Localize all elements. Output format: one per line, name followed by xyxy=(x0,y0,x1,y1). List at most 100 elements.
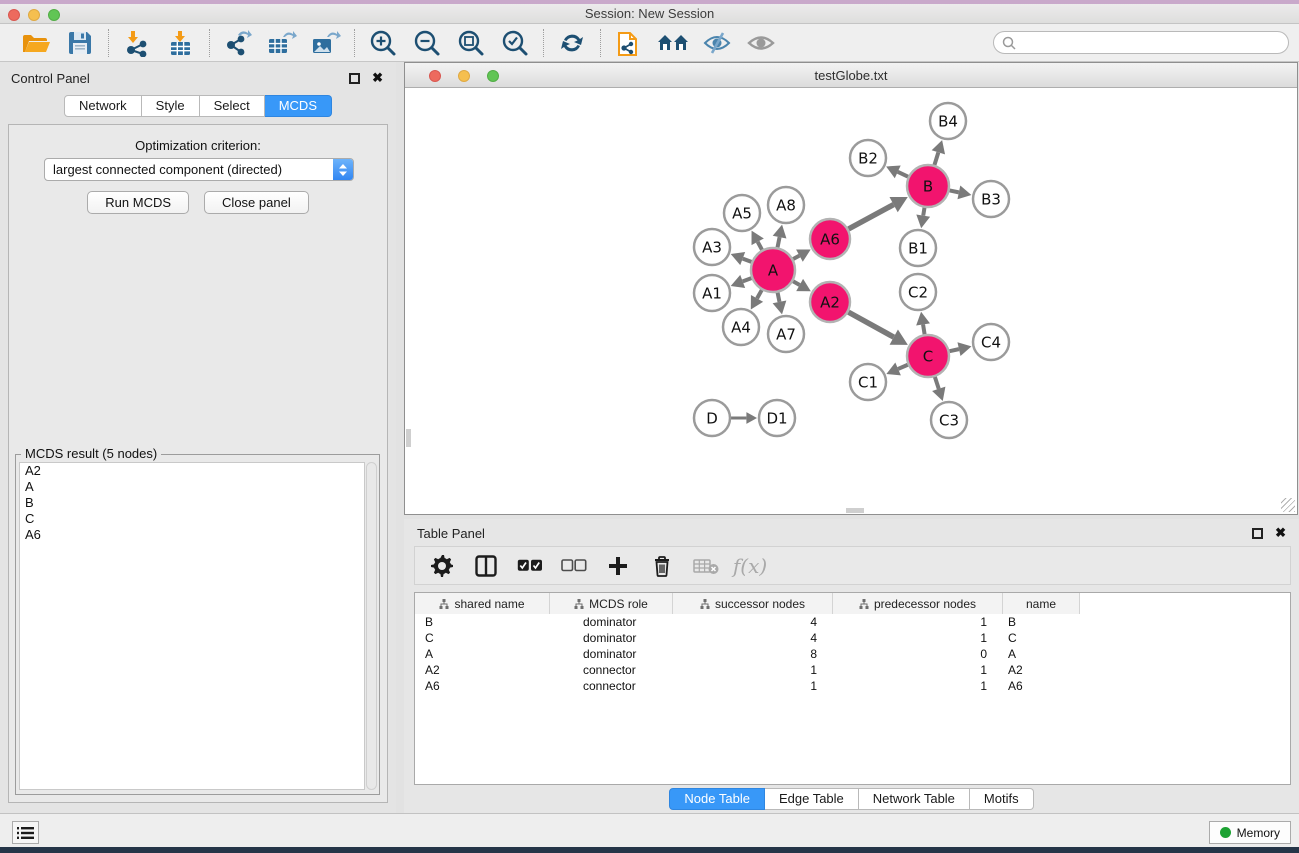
column-header-predecessor-nodes[interactable]: predecessor nodes xyxy=(833,593,1003,614)
search-field[interactable] xyxy=(993,31,1289,54)
table-row[interactable]: Cdominator41C xyxy=(415,630,1290,646)
edge-A-A2 xyxy=(793,281,800,285)
graph-node-label-A1: A1 xyxy=(702,284,722,302)
graph-node-label-D: D xyxy=(706,409,718,427)
table-panel: Table Panel ✖ f(x) shared nameMCDS roles… xyxy=(404,519,1299,813)
delete-table-icon[interactable] xyxy=(691,551,721,581)
eye-slash-icon[interactable] xyxy=(699,27,735,59)
import-table-icon[interactable] xyxy=(163,27,199,59)
desktop-background xyxy=(0,847,1299,853)
mcds-result-item[interactable]: C xyxy=(20,511,364,527)
table-row[interactable]: A6connector11A6 xyxy=(415,678,1290,694)
mcds-result-group: MCDS result (5 nodes) A2ABCA6 xyxy=(15,454,380,795)
tab-network-table[interactable]: Network Table xyxy=(859,788,970,810)
criterion-select[interactable]: largest connected component (directed) xyxy=(44,158,354,181)
tab-motifs[interactable]: Motifs xyxy=(970,788,1034,810)
open-folder-icon[interactable] xyxy=(18,27,54,59)
tab-mcds[interactable]: MCDS xyxy=(265,95,332,117)
homes-icon[interactable] xyxy=(655,27,691,59)
export-network-icon[interactable] xyxy=(220,27,256,59)
edge-arrow xyxy=(746,412,757,424)
tab-select[interactable]: Select xyxy=(200,95,265,117)
export-table-icon[interactable] xyxy=(264,27,300,59)
cell-name: A xyxy=(1003,646,1080,662)
node-table: shared nameMCDS rolesuccessor nodesprede… xyxy=(414,592,1291,785)
function-builder-icon[interactable]: f(x) xyxy=(735,551,765,581)
edge-C-C2 xyxy=(923,324,925,334)
column-header-MCDS-role[interactable]: MCDS role xyxy=(550,593,673,614)
select-stepper-icon xyxy=(333,159,353,180)
cell-successor-nodes: 4 xyxy=(673,614,833,630)
list-icon xyxy=(17,826,34,840)
memory-status-icon xyxy=(1220,827,1231,838)
cell-predecessor-nodes: 1 xyxy=(833,614,1003,630)
tab-style[interactable]: Style xyxy=(142,95,200,117)
cell-predecessor-nodes: 1 xyxy=(833,630,1003,646)
memory-button[interactable]: Memory xyxy=(1209,821,1291,844)
app-titlebar: Session: New Session xyxy=(0,4,1299,24)
network-view-window: testGlobe.txt AA6A2BCA1A3A4A5A7A8B1B2B3B… xyxy=(404,62,1298,515)
delete-column-icon[interactable] xyxy=(647,551,677,581)
table-settings-gear-icon[interactable] xyxy=(427,551,457,581)
graph-node-label-A3: A3 xyxy=(702,238,722,256)
column-header-name[interactable]: name xyxy=(1003,593,1080,614)
table-float-icon[interactable] xyxy=(1252,528,1263,539)
column-header-successor-nodes[interactable]: successor nodes xyxy=(673,593,833,614)
graph-node-label-A5: A5 xyxy=(732,204,752,222)
export-image-icon[interactable] xyxy=(308,27,344,59)
zoom-out-icon[interactable] xyxy=(409,27,445,59)
network-document-icon[interactable] xyxy=(611,27,647,59)
close-panel-icon[interactable]: ✖ xyxy=(372,70,383,86)
table-row[interactable]: A2connector11A2 xyxy=(415,662,1290,678)
task-history-button[interactable] xyxy=(12,821,39,844)
tab-network[interactable]: Network xyxy=(64,95,142,117)
save-icon[interactable] xyxy=(62,27,98,59)
table-row[interactable]: Bdominator41B xyxy=(415,614,1290,630)
tab-node-table[interactable]: Node Table xyxy=(669,788,765,810)
mcds-result-scrollbar[interactable] xyxy=(366,462,377,790)
table-close-icon[interactable]: ✖ xyxy=(1275,525,1286,541)
network-canvas[interactable]: AA6A2BCA1A3A4A5A7A8B1B2B3B4C1C2C3C4DD1 xyxy=(406,89,1296,513)
zoom-fit-icon[interactable] xyxy=(453,27,489,59)
network-hscroll[interactable] xyxy=(846,508,864,513)
network-vscroll[interactable] xyxy=(406,429,411,447)
edge-arrow xyxy=(957,342,971,356)
cell-MCDS-role: dominator xyxy=(550,646,673,662)
refresh-icon[interactable] xyxy=(554,27,590,59)
add-column-icon[interactable] xyxy=(603,551,633,581)
run-mcds-button[interactable]: Run MCDS xyxy=(87,191,189,214)
graph-node-label-B3: B3 xyxy=(981,190,1001,208)
import-network-icon[interactable] xyxy=(119,27,155,59)
edge-C-C4 xyxy=(949,349,959,351)
zoom-selected-icon[interactable] xyxy=(497,27,533,59)
mcds-result-item[interactable]: A6 xyxy=(20,527,364,543)
close-panel-button[interactable]: Close panel xyxy=(204,191,309,214)
cell-name: A2 xyxy=(1003,662,1080,678)
search-input[interactable] xyxy=(1016,34,1288,52)
float-panel-icon[interactable] xyxy=(349,73,360,84)
edge-arrow xyxy=(916,312,930,326)
mcds-result-item[interactable]: A xyxy=(20,479,364,495)
edge-A-A4 xyxy=(757,290,762,298)
edge-A2-C xyxy=(848,312,893,337)
columns-icon[interactable] xyxy=(471,551,501,581)
deselect-checkboxes-icon[interactable] xyxy=(559,551,589,581)
control-panel-tabs: NetworkStyleSelectMCDS xyxy=(0,95,396,117)
network-resize-grip[interactable] xyxy=(1281,498,1295,512)
mcds-result-item[interactable]: A2 xyxy=(20,463,364,479)
sortable-column-icon xyxy=(574,599,584,609)
sortable-column-icon xyxy=(859,599,869,609)
mcds-result-item[interactable]: B xyxy=(20,495,364,511)
cell-name: C xyxy=(1003,630,1080,646)
tab-edge-table[interactable]: Edge Table xyxy=(765,788,859,810)
edge-arrow xyxy=(773,300,787,314)
eye-icon[interactable] xyxy=(743,27,779,59)
edge-C-C3 xyxy=(935,377,939,389)
zoom-in-icon[interactable] xyxy=(365,27,401,59)
main-toolbar xyxy=(0,24,1299,62)
edge-A-A7 xyxy=(778,293,780,302)
select-all-checkboxes-icon[interactable] xyxy=(515,551,545,581)
table-row[interactable]: Adominator80A xyxy=(415,646,1290,662)
column-header-shared-name[interactable]: shared name xyxy=(415,593,550,614)
edge-C-C1 xyxy=(898,365,908,369)
